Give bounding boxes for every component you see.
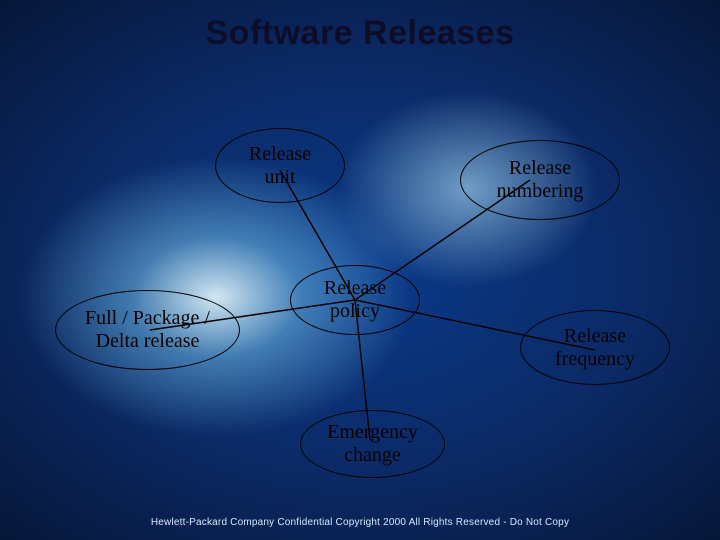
node-label: Release policy — [324, 277, 386, 323]
node-release-numbering: Release numbering — [460, 140, 620, 220]
node-release-frequency: Release frequency — [520, 310, 670, 385]
node-release-unit: Release unit — [215, 128, 345, 203]
node-label: Full / Package / Delta release — [85, 307, 210, 353]
node-emergency-change: Emergency change — [300, 410, 445, 478]
slide-title: Software Releases — [0, 14, 720, 53]
node-label: Release unit — [249, 143, 311, 189]
node-label: Emergency change — [327, 421, 418, 467]
node-label: Release frequency — [555, 325, 635, 371]
node-label: Release numbering — [497, 157, 584, 203]
node-full-package-delta: Full / Package / Delta release — [55, 290, 240, 370]
footer-confidential: Hewlett-Packard Company Confidential Cop… — [0, 517, 720, 528]
node-release-policy: Release policy — [290, 265, 420, 335]
